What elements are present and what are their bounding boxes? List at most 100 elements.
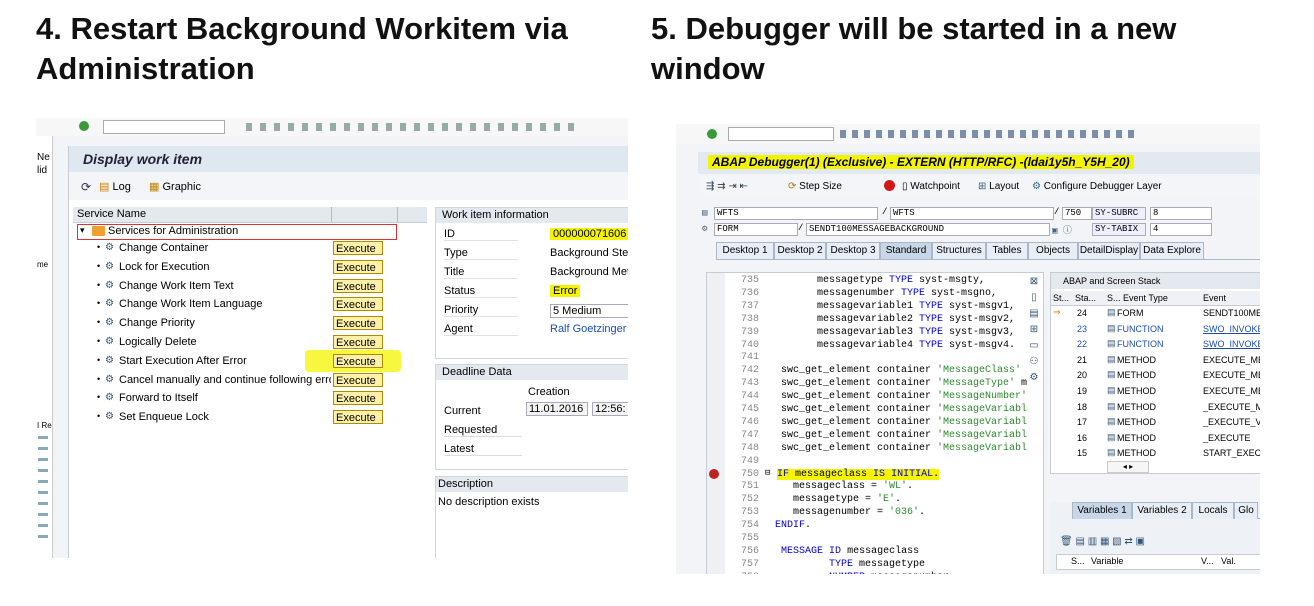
delete-icon[interactable]: 🗑	[1060, 536, 1073, 547]
code-text: messagevariable3 TYPE syst-msgv3,	[769, 326, 1016, 338]
side-icon[interactable]: ⊞	[1026, 322, 1042, 338]
deadline-current-label: Current	[444, 405, 481, 417]
deadline-time-field[interactable]: 12:56:	[592, 402, 628, 416]
field-include[interactable]: WFTS	[890, 207, 1054, 220]
execute-button[interactable]: Execute	[333, 297, 383, 312]
line-number: 752	[740, 494, 759, 506]
field-event-type[interactable]: FORM	[714, 223, 798, 236]
execute-button[interactable]: Execute	[333, 241, 383, 255]
watchpoint-button[interactable]: ▯ Watchpoint	[902, 181, 960, 192]
stack-row[interactable]: 20 ▤ METHOD EXECUTE_ME	[1051, 369, 1260, 383]
tree-item-label: Change Work Item Language	[119, 298, 263, 311]
stack-row[interactable]: 19 ▤ METHOD EXECUTE_ME	[1051, 385, 1260, 399]
tree-item[interactable]: • ⚙ Logically Delete Execute	[73, 335, 427, 351]
breakpoint-icon[interactable]	[709, 468, 719, 479]
line-number: 756	[740, 545, 759, 557]
code-line: 752 messagetype = 'E'.	[721, 494, 1043, 506]
execute-button[interactable]: Execute	[333, 259, 383, 274]
tree-item[interactable]: • ⚙ Set Enqueue Lock Execute	[73, 410, 427, 426]
layout-button[interactable]: ⊞ Layout	[978, 181, 1019, 192]
info-panel: Work item information ID 000000071606 Type…	[435, 207, 628, 359]
graphic-button[interactable]: ▦ Graphic	[149, 180, 201, 193]
field-event[interactable]: SENDT100MESSAGEBACKGROUND	[806, 223, 1050, 236]
stack-row[interactable]: 17 ▤ METHOD _EXECUTE_VI	[1051, 416, 1260, 430]
field-sy-tabix-value[interactable]: 4	[1150, 223, 1212, 236]
tree-header-label: Service Name	[77, 208, 147, 220]
field-action-icons[interactable]: ▣ ⓘ	[1052, 223, 1072, 236]
stack-hscroll[interactable]: ◂ ▸	[1107, 461, 1149, 473]
stack-row[interactable]: ⇒ 24 ▤ FORM SENDT100ME	[1051, 307, 1260, 321]
code-line: 736 messagenumber TYPE syst-msgno,	[721, 288, 1043, 300]
tree-item[interactable]: • ⚙ Change Work Item Language Execute	[73, 297, 427, 313]
tab-glo[interactable]: Glo	[1234, 502, 1258, 519]
side-icon[interactable]: ▯	[1026, 290, 1042, 306]
tab-variables-1[interactable]: Variables 1	[1072, 502, 1132, 519]
tab-tables[interactable]: Tables	[986, 242, 1028, 259]
tab-desktop-2[interactable]: Desktop 2	[774, 242, 826, 259]
tab-structures[interactable]: Structures	[932, 242, 986, 259]
refresh-icon[interactable]: ⟳	[81, 180, 91, 194]
stack-row[interactable]: 16 ▤ METHOD _EXECUTE	[1051, 432, 1260, 446]
service-icon: ⚙	[105, 317, 114, 329]
enter-icon[interactable]	[79, 121, 89, 131]
stack-row[interactable]: 18 ▤ METHOD _EXECUTE_M	[1051, 401, 1260, 415]
execute-button[interactable]: Execute	[333, 372, 383, 387]
tree-root[interactable]: ▾ Services for Administration	[77, 224, 397, 240]
side-icon[interactable]: ⚇	[1026, 354, 1042, 370]
tree-item[interactable]: • ⚙ Cancel manually and continue following…	[73, 372, 427, 389]
tab-objects[interactable]: Objects	[1028, 242, 1078, 259]
tab-desktop-1[interactable]: Desktop 1	[716, 242, 774, 259]
tree-item-label: Logically Delete	[119, 336, 197, 348]
side-icon[interactable]: ▭	[1026, 338, 1042, 354]
side-icon[interactable]: ▤	[1026, 306, 1042, 322]
tree-item[interactable]: • ⚙ Change Container Execute	[73, 241, 427, 257]
stack-row[interactable]: 22 ▤ FUNCTION SWO_INVOKE	[1051, 338, 1260, 352]
tab-standard[interactable]: Standard	[880, 242, 932, 259]
tab-detaildisplay[interactable]: DetailDisplay	[1078, 242, 1140, 259]
execute-button[interactable]: Execute	[333, 278, 383, 293]
stack-row[interactable]: 15 ▤METHOD START_EXECU	[1051, 447, 1260, 461]
configure-layer-button[interactable]: ⚙ Configure Debugger Layer	[1032, 181, 1162, 192]
execute-button[interactable]: Execute	[333, 353, 383, 368]
execute-button[interactable]: Execute	[333, 410, 383, 425]
tab-desktop-3[interactable]: Desktop 3	[826, 242, 880, 259]
tree-item[interactable]: • ⚙ Change Work Item Text Execute	[73, 278, 427, 295]
tree-item[interactable]: • ⚙ Lock for Execution Execute	[73, 259, 427, 276]
field-line[interactable]: 750	[1062, 207, 1092, 220]
tree-item[interactable]: • ⚙ Start Execution After Error Execute	[73, 353, 427, 370]
deadline-date-field[interactable]: 11.01.2016	[526, 402, 588, 416]
stop-icon[interactable]	[884, 180, 895, 191]
execute-button[interactable]: Execute	[333, 335, 383, 349]
info-value[interactable]: Ralf Goetzinger	[550, 323, 626, 335]
line-number: 747	[740, 429, 759, 441]
step-size-icon: ⟳	[788, 181, 797, 192]
stack-type-icon: ▤	[1107, 416, 1116, 427]
log-button[interactable]: ▤ Log	[99, 180, 131, 193]
execute-button[interactable]: Execute	[333, 391, 383, 406]
code-text: messagenumber TYPE syst-msgno,	[769, 287, 998, 299]
side-icon[interactable]: ⚙	[1026, 370, 1042, 386]
step-size-button[interactable]: ⟳ Step Size	[788, 181, 842, 192]
field-program[interactable]: WFTS	[714, 207, 878, 220]
sliver-text-2: lid	[37, 165, 48, 176]
side-icon[interactable]: ⊠	[1026, 274, 1042, 290]
tree-item[interactable]: • ⚙ Forward to Itself Execute	[73, 391, 427, 407]
command-field[interactable]	[728, 127, 834, 141]
tree-item[interactable]: • ⚙ Change Priority Execute	[73, 316, 427, 332]
code-line: 743 swc_get_element container 'MessageTy…	[721, 378, 1043, 390]
enter-icon[interactable]	[707, 129, 717, 139]
field-sy-subrc-value[interactable]: 8	[1150, 207, 1212, 220]
collapse-icon[interactable]: ▾	[80, 225, 85, 236]
tab-locals[interactable]: Locals	[1192, 502, 1234, 519]
code-text: messagetype = 'E'.	[769, 494, 902, 506]
fold-icon[interactable]: ⊟	[765, 468, 770, 478]
stack-row[interactable]: 21 ▤ METHOD EXECUTE_ME	[1051, 354, 1260, 368]
execute-button[interactable]: Execute	[333, 316, 383, 331]
step-icons[interactable]: ⇶ ⇉ ⇥ ⇤	[706, 181, 748, 192]
stack-row[interactable]: 23 ▤ FUNCTION SWO_INVOKE	[1051, 323, 1260, 337]
var-tool-icons[interactable]: ▤ ▥ ▦ ▧ ⇄ ▣	[1075, 536, 1145, 547]
command-field[interactable]	[103, 120, 225, 134]
code-line: 754 ENDIF.	[721, 520, 1043, 532]
tab-variables-2[interactable]: Variables 2	[1132, 502, 1192, 519]
tab-data-explore[interactable]: Data Explore	[1140, 242, 1204, 259]
